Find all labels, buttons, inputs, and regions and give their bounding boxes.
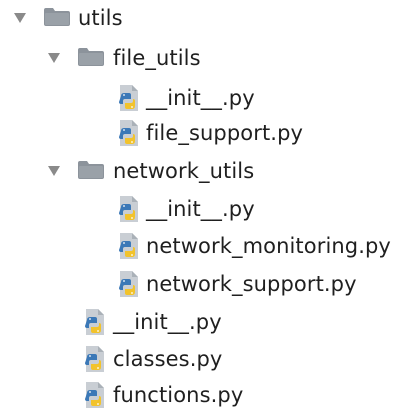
tree-item-label: file_utils [113,46,201,70]
tree-item-label: network_monitoring.py [146,234,391,258]
tree-file-functions[interactable]: functions.py [0,379,418,411]
tree-item-label: __init__.py [146,86,255,110]
tree-folder-network-utils[interactable]: network_utils [0,155,418,187]
tree-item-label: functions.py [113,383,244,407]
tree-item-label: network_support.py [146,272,357,296]
tree-file-network-monitoring[interactable]: network_monitoring.py [0,230,418,262]
python-file-icon [117,232,141,260]
chevron-down-icon[interactable] [47,165,61,177]
python-file-icon [117,84,141,112]
tree-folder-utils[interactable]: utils [0,2,418,34]
tree-file-init[interactable]: __init__.py [0,306,418,338]
tree-file-init[interactable]: __init__.py [0,193,418,225]
python-file-icon [83,381,107,409]
folder-icon [43,7,71,27]
chevron-down-icon[interactable] [13,12,27,24]
python-file-icon [117,119,141,147]
tree-file-file-support[interactable]: file_support.py [0,117,418,149]
tree-folder-file-utils[interactable]: file_utils [0,42,418,74]
project-file-tree: utils file_utils __init__.py file_suppor… [0,0,418,413]
tree-file-init[interactable]: __init__.py [0,82,418,114]
python-file-icon [83,308,107,336]
python-file-icon [83,345,107,373]
tree-file-network-support[interactable]: network_support.py [0,268,418,300]
tree-file-classes[interactable]: classes.py [0,343,418,375]
tree-item-label: classes.py [113,347,223,371]
chevron-down-icon[interactable] [47,52,61,64]
tree-item-label: network_utils [113,159,255,183]
folder-icon [77,47,105,67]
tree-item-label: file_support.py [146,121,304,145]
python-file-icon [117,195,141,223]
tree-item-label: utils [78,6,123,30]
python-file-icon [117,270,141,298]
tree-item-label: __init__.py [146,197,255,221]
tree-item-label: __init__.py [113,310,222,334]
folder-icon [77,160,105,180]
